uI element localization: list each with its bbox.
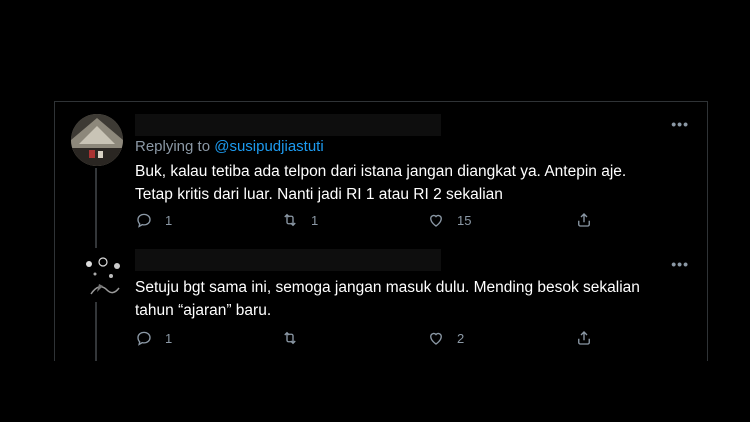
retweet-icon [284,213,296,227]
reply-count: 1 [165,330,173,346]
like-button[interactable]: 2 [427,326,464,350]
reply-icon [137,331,151,346]
replying-to: Replying to @susipudjiastuti [135,138,324,155]
share-icon [578,213,590,227]
reply-count: 1 [165,212,173,228]
reply-icon [137,213,151,228]
like-icon [430,332,442,345]
thread-connector-line [95,302,97,361]
more-icon[interactable]: ••• [671,256,689,272]
redacted-username [135,114,441,136]
share-icon [578,331,590,345]
share-button[interactable] [575,208,593,232]
tweet-2[interactable]: ••• Setuju bgt sama ini, semoga jangan m… [55,242,707,361]
tweet-text-line: Tetap kritis dari luar. Nanti jadi RI 1 … [135,186,503,203]
screenshot-frame: ••• Replying to @susipudjiastuti Buk, ka… [0,0,750,422]
like-button[interactable]: 15 [427,208,471,232]
retweet-button[interactable] [281,326,311,350]
reply-button[interactable]: 1 [135,208,172,232]
tweet-text-line: Setuju bgt sama ini, semoga jangan masuk… [135,279,640,296]
like-count: 15 [457,212,472,228]
tweet-text: Buk, kalau tetiba ada telpon dari istana… [135,160,695,206]
retweet-button[interactable]: 1 [281,208,318,232]
tweet-actions: 1 1 15 [135,208,605,232]
tweet-thread-panel: ••• Replying to @susipudjiastuti Buk, ka… [54,101,708,361]
tweet-text-line: Buk, kalau tetiba ada telpon dari istana… [135,163,627,180]
replying-handle-link[interactable]: @susipudjiastuti [214,138,323,155]
tweet-1[interactable]: ••• Replying to @susipudjiastuti Buk, ka… [55,102,707,242]
tweet-text: Setuju bgt sama ini, semoga jangan masuk… [135,276,695,322]
tweet-actions: 1 2 [135,326,605,350]
retweet-icon [284,331,296,345]
replying-prefix: Replying to [135,138,211,155]
avatar[interactable] [81,254,129,302]
tweet-text-line: tahun “ajaran” baru. [135,302,272,319]
redacted-username [135,249,441,271]
like-icon [430,214,442,227]
like-count: 2 [457,330,465,346]
share-button[interactable] [575,326,593,350]
reply-button[interactable]: 1 [135,326,172,350]
more-icon[interactable]: ••• [671,116,689,132]
retweet-count: 1 [311,212,319,228]
avatar[interactable] [71,114,123,166]
